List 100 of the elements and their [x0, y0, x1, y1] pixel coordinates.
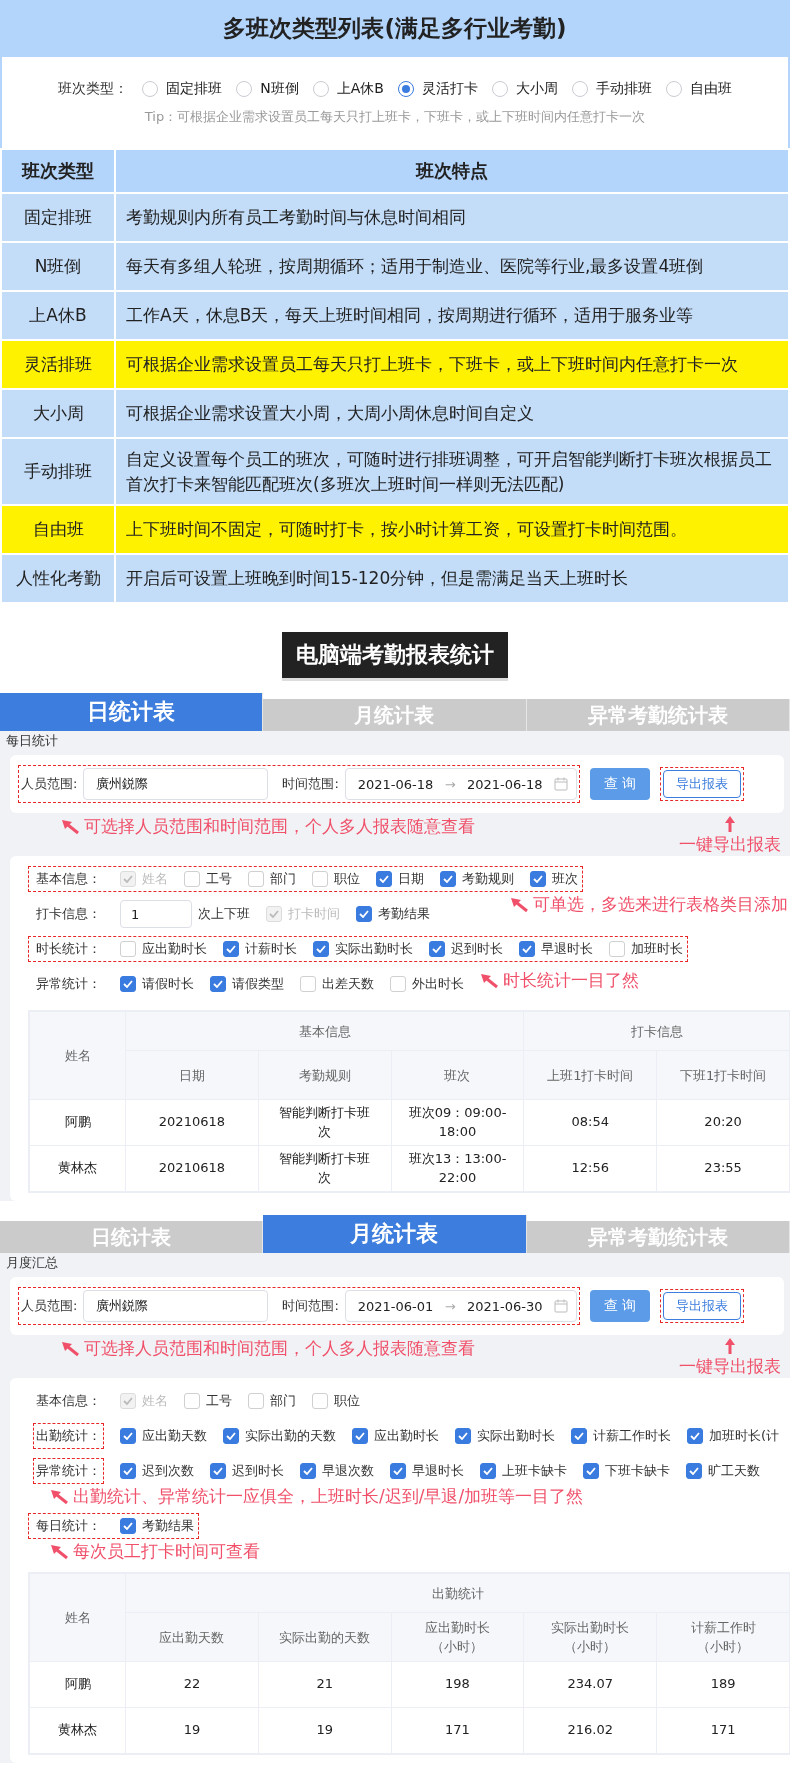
table-cell: 开启后可设置上班晚到时间15-120分钟，但是需满足当天上班时长	[115, 554, 789, 604]
checkbox-option[interactable]: 请假类型	[210, 975, 284, 994]
person-field[interactable]: 廣州鋭際	[83, 1290, 269, 1323]
radio-button[interactable]	[665, 80, 682, 97]
checkbox-option[interactable]: 考勤结果	[120, 1517, 194, 1536]
checkbox[interactable]	[210, 976, 226, 993]
checkbox-option[interactable]: 下班卡缺卡	[583, 1462, 670, 1481]
checkbox[interactable]	[376, 871, 392, 888]
checkbox-option[interactable]: 出差天数	[300, 975, 374, 994]
radio-option[interactable]: 灵活打卡	[397, 79, 478, 98]
checkbox-option[interactable]: 加班时长	[609, 940, 683, 959]
checkbox[interactable]	[686, 1463, 702, 1480]
checkbox[interactable]	[210, 1463, 226, 1480]
radio-option[interactable]: N班倒	[236, 79, 299, 98]
checkbox[interactable]	[223, 941, 239, 958]
report-tab[interactable]: 月统计表	[263, 1215, 527, 1254]
checkbox-option[interactable]: 请假时长	[120, 975, 194, 994]
radio-button[interactable]	[312, 80, 329, 97]
checkbox-option[interactable]: 部门	[248, 1392, 296, 1411]
check-icon	[226, 1432, 236, 1441]
checkbox-option[interactable]: 迟到时长	[429, 940, 503, 959]
checkbox[interactable]	[356, 906, 372, 923]
arrow-icon	[724, 815, 736, 834]
checkbox-option[interactable]: 应出勤时长	[120, 940, 207, 959]
table-cell: 大小周	[1, 389, 115, 438]
checkbox-option[interactable]: 计薪工作时长	[571, 1427, 671, 1446]
checkbox[interactable]	[120, 1428, 136, 1445]
checkbox[interactable]	[120, 1463, 136, 1480]
table-cell: 19	[125, 1707, 259, 1754]
checkbox-option[interactable]: 早退时长	[519, 940, 593, 959]
checkbox-option[interactable]: 迟到次数	[120, 1462, 194, 1481]
checkbox-option[interactable]: 日期	[376, 870, 424, 889]
radio-button[interactable]	[397, 80, 414, 97]
checkbox-option[interactable]: 考勤规则	[440, 870, 514, 889]
person-field[interactable]: 廣州鋭際	[83, 768, 269, 801]
group-header: 出勤统计	[125, 1573, 790, 1613]
checkbox[interactable]	[480, 1463, 496, 1480]
checkbox-option[interactable]: 旷工天数	[686, 1462, 760, 1481]
checkbox[interactable]	[440, 871, 456, 888]
radio-option[interactable]: 手动排班	[571, 79, 652, 98]
export-button[interactable]: 导出报表	[662, 770, 741, 799]
checkbox-option[interactable]: 工号	[184, 1392, 232, 1411]
checkbox[interactable]	[120, 976, 136, 993]
check-icon	[123, 1467, 133, 1476]
checkbox[interactable]	[583, 1463, 599, 1480]
checkbox[interactable]	[313, 941, 329, 958]
date-range-field[interactable]: 2021-06-01 → 2021-06-30	[344, 1290, 577, 1323]
checkbox-option[interactable]: 迟到时长	[210, 1462, 284, 1481]
radio-option[interactable]: 自由班	[665, 79, 732, 98]
checkbox[interactable]	[300, 1463, 316, 1480]
checkbox[interactable]	[455, 1428, 471, 1445]
checkbox-option[interactable]: 部门	[248, 870, 296, 889]
calendar-icon	[553, 777, 568, 792]
check-icon	[123, 1522, 133, 1531]
export-button[interactable]: 导出报表	[662, 1292, 741, 1321]
table-cell: 171	[391, 1707, 524, 1754]
checkbox-option[interactable]: 班次	[530, 870, 578, 889]
radio-option[interactable]: 上A休B	[312, 79, 384, 98]
checkbox-option[interactable]: 早退次数	[300, 1462, 374, 1481]
checkbox-option[interactable]: 早退时长	[390, 1462, 464, 1481]
checkbox-option[interactable]: 应出勤天数	[120, 1427, 207, 1446]
table-cell: 阿鹏	[29, 1099, 126, 1146]
check-icon	[393, 1467, 403, 1476]
radio-button[interactable]	[236, 80, 253, 97]
checkbox-option[interactable]: 职位	[312, 1392, 360, 1411]
check-icon	[432, 945, 442, 954]
arrow-icon	[49, 1543, 69, 1560]
radio-option[interactable]: 大小周	[491, 79, 558, 98]
checkbox-option[interactable]: 上班卡缺卡	[480, 1462, 567, 1481]
checkbox[interactable]	[352, 1428, 368, 1445]
checkbox[interactable]	[390, 1463, 406, 1480]
checkbox-option[interactable]: 考勤结果	[356, 905, 430, 924]
radio-button[interactable]	[142, 80, 159, 97]
checkbox-option[interactable]: 职位	[312, 870, 360, 889]
table-cell: 234.07	[523, 1661, 657, 1708]
checkbox-option[interactable]: 实际出勤的天数	[223, 1427, 336, 1446]
radio-button[interactable]	[491, 80, 508, 97]
count-field[interactable]: 1	[120, 900, 192, 929]
checkbox-option[interactable]: 实际出勤时长	[313, 940, 413, 959]
checkbox-option[interactable]: 实际出勤时长	[455, 1427, 555, 1446]
date-range-field[interactable]: 2021-06-18 → 2021-06-18	[344, 768, 577, 801]
checkbox-option[interactable]: 工号	[184, 870, 232, 889]
checkbox[interactable]	[223, 1428, 239, 1445]
checkbox[interactable]	[530, 871, 546, 888]
checkbox[interactable]	[571, 1428, 587, 1445]
report-tab[interactable]: 日统计表	[0, 693, 264, 732]
checkbox[interactable]	[687, 1428, 703, 1445]
arrow-icon	[60, 818, 80, 835]
column-header: 姓名	[29, 1011, 126, 1100]
radio-button[interactable]	[571, 80, 588, 97]
checkbox-option[interactable]: 计薪时长	[223, 940, 297, 959]
checkbox[interactable]	[120, 1518, 136, 1535]
group-header: 打卡信息	[523, 1011, 790, 1051]
checkbox[interactable]	[429, 941, 445, 958]
radio-option[interactable]: 固定排班	[142, 79, 223, 98]
checkbox-option[interactable]: 应出勤时长	[352, 1427, 439, 1446]
checkbox-option[interactable]: 外出时长	[390, 975, 464, 994]
checkbox-option[interactable]: 加班时长(计	[687, 1427, 780, 1446]
checkbox[interactable]	[519, 941, 535, 958]
table-cell: 171	[656, 1707, 790, 1754]
